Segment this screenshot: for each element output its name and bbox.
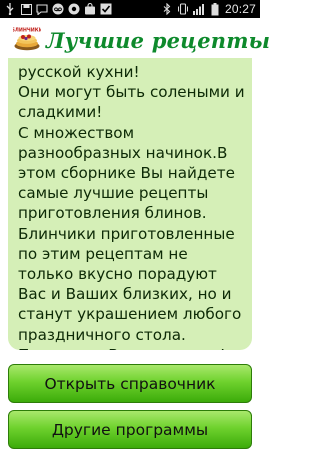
usb-icon bbox=[4, 3, 16, 15]
shopping-bag-icon bbox=[84, 3, 96, 15]
save-icon bbox=[20, 3, 32, 15]
voicemail-icon bbox=[52, 3, 64, 15]
battery-icon bbox=[209, 2, 221, 15]
app-title: Лучшие рецепты bbox=[46, 28, 271, 53]
description-text: русской кухни! Они могут быть солеными и… bbox=[18, 63, 245, 350]
pancake-logo-icon: БЛИНЧИКИ bbox=[11, 26, 43, 53]
open-reference-button[interactable]: Открыть справочник bbox=[8, 364, 252, 403]
notification-icons bbox=[0, 3, 112, 15]
system-icons: 20:27 bbox=[161, 2, 260, 16]
clock: 20:27 bbox=[224, 2, 256, 16]
signal-icon bbox=[192, 3, 205, 15]
checkbox-icon bbox=[100, 3, 112, 15]
message-icon bbox=[36, 3, 48, 15]
description-panel[interactable]: русской кухни! Они могут быть солеными и… bbox=[8, 58, 252, 350]
status-bar: 20:27 bbox=[0, 0, 260, 18]
vibrate-icon bbox=[177, 3, 189, 15]
other-programs-button[interactable]: Другие программы bbox=[8, 410, 252, 449]
recorder-icon bbox=[68, 3, 80, 15]
svg-text:БЛИНЧИКИ: БЛИНЧИКИ bbox=[13, 28, 41, 34]
bluetooth-icon bbox=[161, 3, 173, 15]
